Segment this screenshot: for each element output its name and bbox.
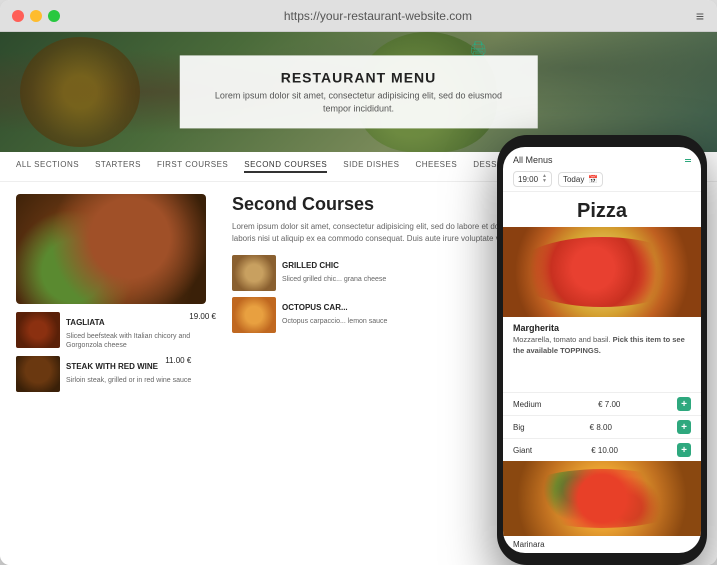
tagliata-price: 19.00 € (189, 312, 216, 321)
titlebar: https://your-restaurant-website.com ≡ (0, 0, 717, 32)
all-menus-label: All Menus (513, 155, 553, 165)
list-item: STEAK WITH RED WINE 11.00 € Sirloin stea… (16, 356, 216, 392)
steak-info: STEAK WITH RED WINE 11.00 € Sirloin stea… (66, 356, 191, 385)
minimize-button[interactable] (30, 10, 42, 22)
menu-hero-image (16, 194, 206, 304)
time-value: 19:00 (518, 175, 538, 184)
tagliata-desc: Sliced beefsteak with Italian chicory an… (66, 332, 216, 350)
phone-screen: All Menus 19:00 ▲▼ (503, 147, 701, 553)
margherita-description: Mozzarella, tomato and basil. Pick this … (513, 335, 691, 356)
window-controls (12, 10, 60, 22)
margherita-name: Margherita (513, 323, 691, 333)
time-row: 19:00 ▲▼ Today 📅 (513, 171, 691, 187)
url-bar[interactable]: https://your-restaurant-website.com (60, 9, 696, 23)
margherita-details: Margherita Mozzarella, tomato and basil.… (503, 317, 701, 392)
hero-title-box: RESTAURANT MENU Lorem ipsum dolor sit am… (179, 55, 538, 128)
marinara-image (503, 461, 701, 536)
grilled-image (232, 255, 276, 291)
all-menus-row: All Menus (513, 155, 691, 165)
octopus-image (232, 297, 276, 333)
steak-price: 11.00 € (165, 356, 191, 365)
octopus-name: OCTOPUS CAR... (282, 303, 348, 312)
dropdown-icon[interactable] (681, 155, 691, 165)
time-arrows: ▲▼ (542, 174, 547, 184)
time-selector[interactable]: 19:00 ▲▼ (513, 171, 552, 187)
calendar-icon: 📅 (588, 175, 598, 184)
add-big-button[interactable]: + (677, 420, 691, 434)
hero-section: RESTAURANT MENU Lorem ipsum dolor sit am… (0, 32, 717, 152)
close-button[interactable] (12, 10, 24, 22)
size-medium-price: € 7.00 (598, 400, 620, 409)
grilled-desc: Sliced grilled chic... grana cheese (282, 275, 386, 284)
menu-items-left: TAGLIATA 19.00 € Sliced beefsteak with I… (16, 312, 216, 392)
pizza-section-title: Pizza (503, 192, 701, 227)
mac-window: https://your-restaurant-website.com ≡ 🖨 … (0, 0, 717, 565)
size-medium-label: Medium (513, 400, 541, 409)
nav-all-sections[interactable]: ALL SECTIONS (16, 160, 79, 173)
hero-food-left (20, 37, 140, 147)
list-item: TAGLIATA 19.00 € Sliced beefsteak with I… (16, 312, 216, 350)
phone-app: All Menus 19:00 ▲▼ (503, 147, 701, 553)
printer-icon[interactable]: 🖨 (469, 40, 487, 57)
size-medium-row: Medium € 7.00 + (503, 392, 701, 415)
hamburger-icon[interactable]: ≡ (696, 8, 705, 24)
size-big-price: € 8.00 (590, 423, 612, 432)
tagliata-image (16, 312, 60, 348)
octopus-desc: Octopus carpaccio... lemon sauce (282, 317, 387, 326)
size-giant-price: € 10.00 (591, 446, 618, 455)
tagliata-name: TAGLIATA (66, 318, 105, 327)
marinara-label: Marinara (503, 536, 701, 553)
list-item: GRILLED CHIC Sliced grilled chic... gran… (232, 255, 386, 291)
content-area: 🖨 RESTAURANT MENU Lorem ipsum dolor sit … (0, 32, 717, 565)
today-label: Today (563, 175, 584, 184)
nav-cheeses[interactable]: CHEESES (415, 160, 457, 173)
steak-image (16, 356, 60, 392)
nav-first-courses[interactable]: FIRST COURSES (157, 160, 228, 173)
size-giant-label: Giant (513, 446, 532, 455)
maximize-button[interactable] (48, 10, 60, 22)
octopus-info: OCTOPUS CAR... Octopus carpaccio... lemo… (282, 297, 387, 326)
size-big-label: Big (513, 423, 525, 432)
menu-hero-image-container: TAGLIATA 19.00 € Sliced beefsteak with I… (16, 194, 216, 518)
grilled-name: GRILLED CHIC (282, 261, 339, 270)
date-selector[interactable]: Today 📅 (558, 172, 603, 187)
hero-subtitle: Lorem ipsum dolor sit amet, consectetur … (209, 89, 508, 114)
grilled-info: GRILLED CHIC Sliced grilled chic... gran… (282, 255, 386, 284)
steak-desc: Sirloin steak, grilled or in red wine sa… (66, 376, 191, 385)
size-giant-row: Giant € 10.00 + (503, 438, 701, 461)
add-medium-button[interactable]: + (677, 397, 691, 411)
steak-name: STEAK WITH RED WINE (66, 362, 158, 371)
add-giant-button[interactable]: + (677, 443, 691, 457)
size-big-row: Big € 8.00 + (503, 415, 701, 438)
nav-side-dishes[interactable]: SIDE DISHES (343, 160, 399, 173)
nav-second-courses[interactable]: SECOND COURSES (244, 160, 327, 173)
phone-app-header: All Menus 19:00 ▲▼ (503, 147, 701, 192)
phone-mockup: All Menus 19:00 ▲▼ (497, 135, 707, 565)
nav-starters[interactable]: STARTERS (95, 160, 141, 173)
margherita-image (503, 227, 701, 317)
hero-title: RESTAURANT MENU (209, 69, 508, 85)
tagliata-info: TAGLIATA 19.00 € Sliced beefsteak with I… (66, 312, 216, 350)
